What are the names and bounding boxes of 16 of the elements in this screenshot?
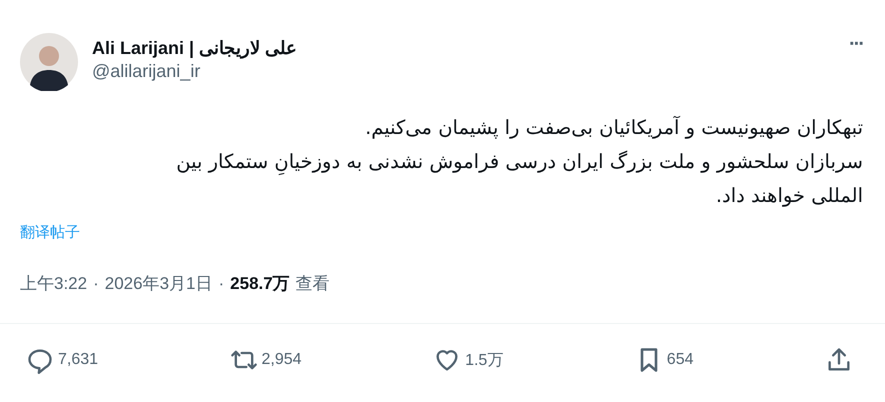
- author-name[interactable]: Ali Larijani | علی لاریجانی: [92, 37, 836, 59]
- author-handle[interactable]: @alilarijani_ir: [92, 61, 836, 82]
- separator: ·: [93, 274, 99, 294]
- more-button[interactable]: ···: [849, 33, 863, 56]
- post-text: سربازان سلحشور و ملت بزرگ ایران درسی فراموش نشدنی به دوزخیانِ ستمکار بین المللی خواهند داد.: [175, 149, 863, 209]
- post-text: تبهکاران صهیونیست و آمریکائیان بی‌صفت را پشیمان می‌کنیم.: [364, 115, 863, 141]
- bookmark-button[interactable]: 654: [634, 346, 694, 374]
- separator: ·: [218, 274, 224, 294]
- post-date[interactable]: 2026年3月1日: [104, 272, 212, 295]
- post-time[interactable]: 上午3:22: [20, 272, 88, 295]
- reply-button[interactable]: 7,631: [26, 346, 98, 374]
- retweet-button[interactable]: 2,954: [230, 346, 302, 374]
- like-button[interactable]: 1.5万: [433, 346, 504, 374]
- avatar[interactable]: [20, 33, 78, 91]
- views-label: 查看: [296, 273, 330, 295]
- view-count: 258.7万: [230, 273, 290, 295]
